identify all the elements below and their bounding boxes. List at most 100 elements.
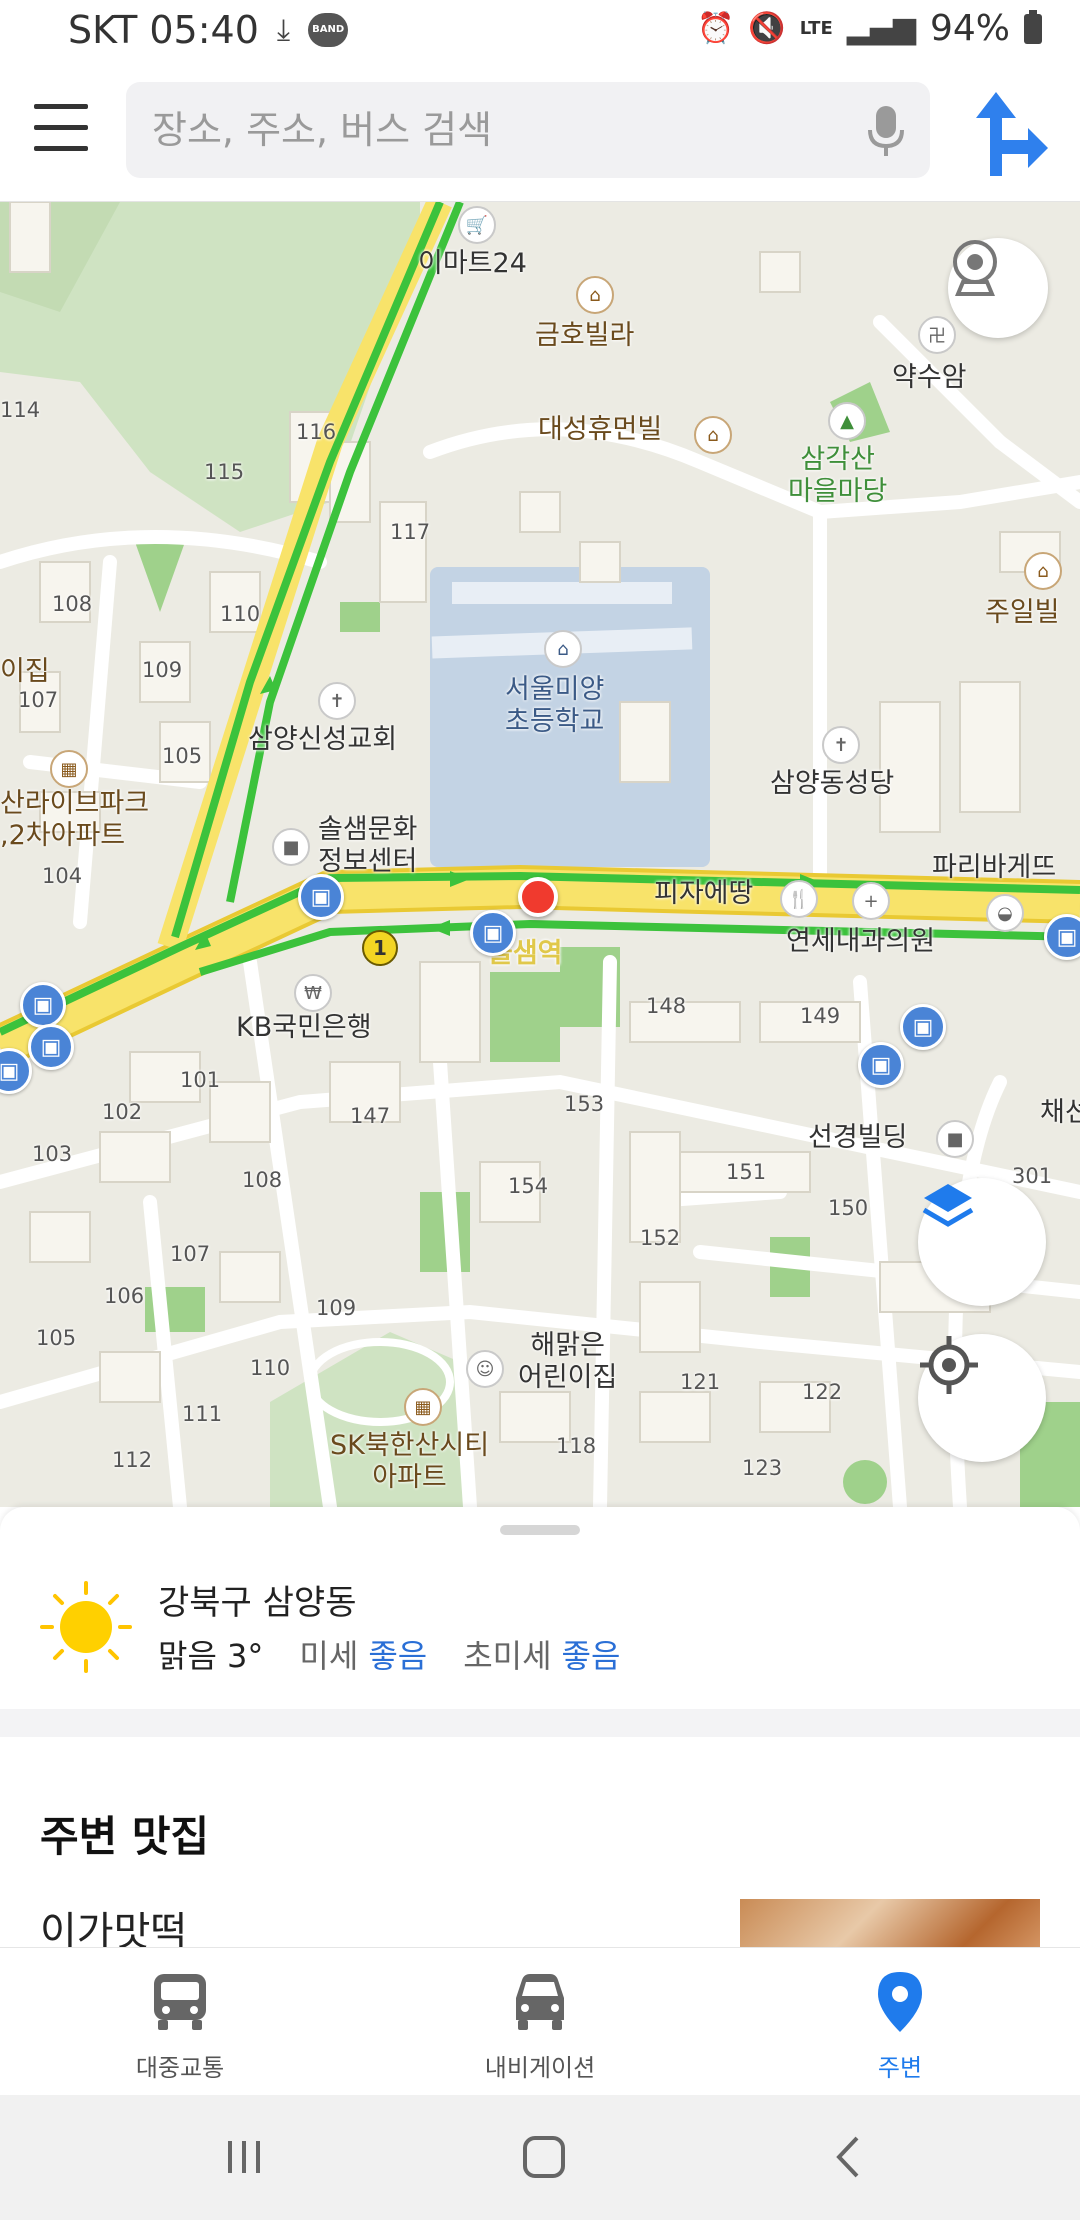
layers-icon [922,1184,974,1227]
map-label-yaksuam[interactable]: 약수암 [892,362,967,394]
map-label-seonkyung[interactable]: 선경빌딩 [808,1122,907,1154]
daycare-icon[interactable]: ☺ [466,1350,504,1388]
building-number: 153 [564,1092,605,1116]
info-center-icon[interactable]: ■ [272,828,310,866]
map-label-kb-bank[interactable]: KB국민은행 [236,1012,372,1044]
section-divider [0,1709,1080,1737]
building-number: 105 [162,744,203,768]
building-number: 110 [220,602,261,626]
bus-icon [154,1974,206,2030]
building-icon[interactable]: ⌂ [576,276,614,314]
battery-percent: 94% [929,8,1010,49]
hamburger-line [34,125,88,130]
tab-around[interactable]: 주변 [720,1948,1080,2096]
recent-apps-button[interactable] [204,2125,284,2189]
subway-line-badge[interactable]: 1 [362,930,398,966]
building-number: 102 [102,1100,143,1124]
map-label-sk-apt[interactable]: SK북한산시티 아파트 [330,1430,489,1495]
bakery-icon[interactable]: ◒ [986,894,1024,932]
temple-icon[interactable]: 卍 [918,316,956,354]
map-view[interactable]: 이마트24 금호빌라 약수암 대성휴먼빌 삼각산 마을마당 주일빌 서울미양 초… [0,202,1080,1507]
convenience-store-icon[interactable]: 🛒 [458,206,496,244]
band-icon: BAND [308,13,349,47]
directions-icon[interactable] [968,88,1050,176]
search-input[interactable] [152,82,832,178]
school-icon[interactable]: ⌂ [544,630,582,668]
bus-stop-icon[interactable]: ▣ [900,1004,946,1050]
building-number: 118 [556,1434,597,1458]
fine-dust-label: 초미세 [463,1637,552,1675]
map-label-solsaem-center[interactable]: 솔샘문화 정보센터 [318,814,417,879]
search-header [0,64,1080,202]
nearby-restaurant-name[interactable]: 이가맛떡 [40,1899,187,1947]
park-icon[interactable]: ▲ [828,402,866,440]
apartment-icon[interactable]: ▦ [50,750,88,788]
back-button[interactable] [808,2125,888,2189]
map-label-church[interactable]: 삼양신성교회 [248,724,397,756]
building-icon[interactable]: ■ [936,1120,974,1158]
building-number: 149 [800,1004,841,1028]
carrier-time: SKT 05:40 [68,8,259,52]
hamburger-icon [34,104,88,109]
bank-icon[interactable]: ₩ [294,974,332,1012]
building-icon[interactable]: ⌂ [1024,552,1062,590]
map-label-daycare[interactable]: 해맑은 어린이집 [518,1330,617,1395]
building-number: 122 [802,1380,843,1404]
map-label-chae[interactable]: 채선 [1040,1097,1080,1129]
building-number: 108 [242,1168,283,1192]
home-button[interactable] [504,2125,584,2189]
map-label-apt-left[interactable]: 산라이브파크 ,2차아파트 [0,788,149,853]
cctv-button[interactable] [948,238,1048,338]
map-label-ijip[interactable]: 이집 [0,656,50,688]
sheet-drag-handle[interactable] [500,1525,580,1535]
layers-button[interactable] [918,1178,1046,1306]
building-number: 108 [52,592,93,616]
map-label-emart24[interactable]: 이마트24 [418,248,527,280]
current-location-pin[interactable] [518,877,558,917]
search-box[interactable] [126,82,930,178]
building-icon[interactable]: ⌂ [694,416,732,454]
cathedral-icon[interactable]: ✝ [822,726,860,764]
download-icon: ⤓ [276,12,291,48]
map-label-samgaksan[interactable]: 삼각산 마을마당 [788,444,887,509]
building-number: 107 [18,688,59,712]
map-label-yonsei-clinic[interactable]: 연세내과의원 [786,926,935,958]
map-label-school[interactable]: 서울미양 초등학교 [505,674,604,739]
weather-location: 강북구 삼양동 [158,1583,357,1623]
dust-value: 좋음 [368,1637,428,1675]
map-label-juil[interactable]: 주일빌 [985,597,1060,629]
bus-stop-icon[interactable]: ▣ [28,1024,74,1070]
bus-stop-icon[interactable]: ▣ [858,1042,904,1088]
apartment-icon[interactable]: ▦ [404,1388,442,1426]
tab-navigation-label: 내비게이션 [484,2054,596,2082]
status-left: SKT 05:40 ⤓ BAND [68,8,349,52]
my-location-button[interactable] [918,1334,1046,1462]
map-label-geumho-villa[interactable]: 금호빌라 [535,320,634,352]
map-label-cathedral[interactable]: 삼양동성당 [770,768,894,800]
bottom-sheet[interactable]: 강북구 삼양동 맑음 3° 미세 좋음 초미세 좋음 주변 맛집 이가맛떡 [0,1507,1080,1947]
tab-transit[interactable]: 대중교통 [0,1948,360,2096]
microphone-icon[interactable] [866,104,906,158]
map-label-paris-baguette[interactable]: 파리바게뜨 [932,852,1056,884]
building-number: 111 [182,1402,223,1426]
map-label-pizza[interactable]: 피자에땅 [654,878,753,910]
building-number: 107 [170,1242,211,1266]
signal-icon: ▂▄▆ [846,11,916,46]
restaurant-icon[interactable]: 🍴 [780,880,818,918]
building-number: 103 [32,1142,73,1166]
map-pin-icon [878,1972,922,2032]
clinic-icon[interactable]: + [852,882,890,920]
weather-panel[interactable]: 강북구 삼양동 맑음 3° 미세 좋음 초미세 좋음 [0,1551,1080,1701]
bus-stop-icon[interactable]: ▣ [20,982,66,1028]
bus-stop-icon[interactable]: ▣ [470,910,516,956]
tab-navigation[interactable]: 내비게이션 [360,1948,720,2096]
nearby-section-title: 주변 맛집 [40,1812,210,1861]
bus-stop-icon[interactable]: ▣ [298,874,344,920]
church-icon[interactable]: ✝ [318,682,356,720]
restaurant-thumbnail[interactable] [740,1899,1040,1947]
map-label-daesung[interactable]: 대성휴먼빌 [538,414,662,446]
app-root: SKT 05:40 ⤓ BAND ⏰ 🔇 LTE ▂▄▆ 94% 장소, 주소,… [0,0,1080,2220]
menu-button[interactable] [34,104,88,152]
building-number: 116 [296,420,337,444]
hamburger-line [34,146,88,151]
